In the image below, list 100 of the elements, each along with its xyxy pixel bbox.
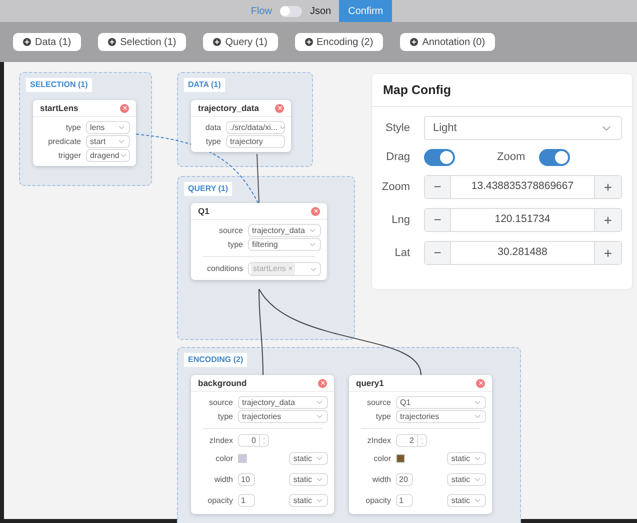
field-label: predicate [47, 136, 81, 148]
close-icon[interactable] [275, 104, 284, 112]
node-title: query1 [356, 376, 384, 390]
number-input[interactable]: 30.281488 [451, 242, 594, 264]
field-label: source [208, 396, 233, 408]
select-field[interactable]: lens [86, 121, 130, 134]
field-label: source [366, 396, 391, 408]
mode-select[interactable]: static [289, 473, 328, 486]
field-label: zIndex [366, 434, 391, 446]
field-label: opacity [206, 494, 233, 506]
field-label: data [204, 122, 221, 134]
close-icon[interactable] [120, 104, 129, 112]
field-label: conditions [206, 263, 243, 275]
number-input[interactable]: 13.438835378869667 [451, 176, 594, 198]
number-stepper[interactable]: − 30.281488 + [424, 241, 622, 265]
chevron-down-icon [473, 496, 482, 505]
json-label[interactable]: Json [310, 4, 332, 18]
number-input[interactable]: 120.151734 [451, 209, 594, 231]
node-title: trajectory_data [198, 102, 259, 114]
style-select[interactable]: Light [424, 116, 622, 140]
number-field[interactable]: 0 [238, 434, 269, 447]
select-field[interactable]: dragend [86, 149, 130, 162]
decrement-button[interactable]: − [425, 242, 451, 264]
field-label: type [226, 238, 243, 250]
select-field[interactable]: trajectories [238, 410, 328, 423]
group-title: ENCODING (2) [184, 353, 248, 367]
increment-button[interactable]: + [594, 242, 621, 264]
add-button[interactable]: Annotation (0) [400, 33, 496, 51]
group-title: DATA (1) [184, 78, 225, 92]
group-title: SELECTION (1) [26, 78, 92, 92]
mode-select[interactable]: static [447, 473, 486, 486]
chevron-down-icon [473, 475, 482, 484]
decrement-button[interactable]: − [425, 209, 451, 231]
number-field[interactable]: 2 [396, 434, 427, 447]
chevron-down-icon [473, 454, 482, 463]
field-label: width [213, 474, 233, 486]
color-swatch[interactable] [396, 454, 405, 463]
input-field[interactable]: 1 [396, 494, 413, 507]
switch-label: Drag [385, 150, 410, 166]
node-card[interactable]: trajectory_data data ./src/data/xi... type trajectory [191, 100, 291, 152]
toggle-switch[interactable] [424, 149, 455, 166]
input-field[interactable]: 10 [238, 473, 255, 486]
increment-button[interactable]: + [594, 176, 621, 198]
select-field[interactable]: Q1 [396, 396, 486, 409]
number-stepper[interactable]: − 13.438835378869667 + [424, 175, 622, 199]
node-card[interactable]: startLens type lens predicate start trigger dragend [33, 100, 136, 166]
panel-title: Map Config [383, 82, 452, 99]
spinner-icon[interactable] [417, 435, 426, 446]
select-field[interactable]: trajectories [396, 410, 486, 423]
field-label: color [372, 452, 391, 464]
add-button[interactable]: Encoding (2) [294, 33, 384, 51]
mode-select[interactable]: static [289, 452, 328, 465]
add-button[interactable]: Selection (1) [98, 33, 186, 51]
increment-button[interactable]: + [594, 209, 621, 231]
field-label: type [64, 122, 81, 134]
field-label: Zoom [380, 180, 410, 195]
select-field[interactable]: trajectory_data [248, 224, 321, 237]
group-title: QUERY (1) [184, 182, 232, 196]
field-label: color [214, 452, 233, 464]
select-field[interactable]: filtering [248, 238, 321, 251]
field-label: zIndex [208, 434, 233, 446]
input-field[interactable]: trajectory [226, 135, 285, 148]
field-label: Lng [390, 212, 410, 228]
add-button[interactable]: Data (1) [13, 33, 82, 51]
color-swatch[interactable] [238, 454, 247, 463]
number-stepper[interactable]: − 120.151734 + [424, 208, 622, 232]
select-field[interactable]: ./src/data/xi... [226, 121, 285, 134]
mode-select[interactable]: static [289, 494, 328, 507]
field-label: Lat [394, 246, 410, 261]
decrement-button[interactable]: − [425, 176, 451, 198]
field-label: trigger [57, 150, 81, 162]
field-label: type [216, 410, 233, 422]
chevron-down-icon [278, 123, 287, 132]
add-button[interactable]: Query (1) [203, 33, 278, 51]
view-toggle[interactable] [280, 6, 302, 16]
field-label: Style [384, 120, 410, 136]
close-icon[interactable] [311, 206, 320, 216]
field-label: opacity [364, 494, 391, 506]
close-icon[interactable] [476, 378, 485, 388]
input-field[interactable]: 1 [238, 494, 255, 507]
node-card[interactable]: background source trajectory_data type trajectories zIndex 0 color static width 10 static opacity 1 static [191, 375, 334, 514]
select-field[interactable]: start [86, 135, 130, 148]
field-label: source [218, 224, 243, 236]
spinner-icon[interactable] [259, 435, 268, 446]
toggle-switch[interactable] [539, 149, 570, 166]
mode-select[interactable]: static [447, 452, 486, 465]
chevron-down-icon [315, 475, 324, 484]
field-label: type [204, 136, 221, 148]
input-field[interactable]: 20 [396, 473, 413, 486]
switch-label: Zoom [497, 150, 526, 166]
node-title: Q1 [198, 204, 210, 218]
chevron-down-icon [315, 454, 324, 463]
close-icon[interactable] [318, 378, 327, 388]
node-card[interactable]: Q1 source trajectory_data type filtering conditions startLens × [191, 203, 327, 280]
node-title: background [198, 376, 247, 390]
mode-select[interactable]: static [447, 494, 486, 507]
field-label: width [371, 474, 391, 486]
select-field[interactable]: trajectory_data [238, 396, 328, 409]
field-label: type [374, 410, 391, 422]
node-card[interactable]: query1 source Q1 type trajectories zIndex 2 color static width 20 static opacity 1 static [349, 375, 492, 514]
